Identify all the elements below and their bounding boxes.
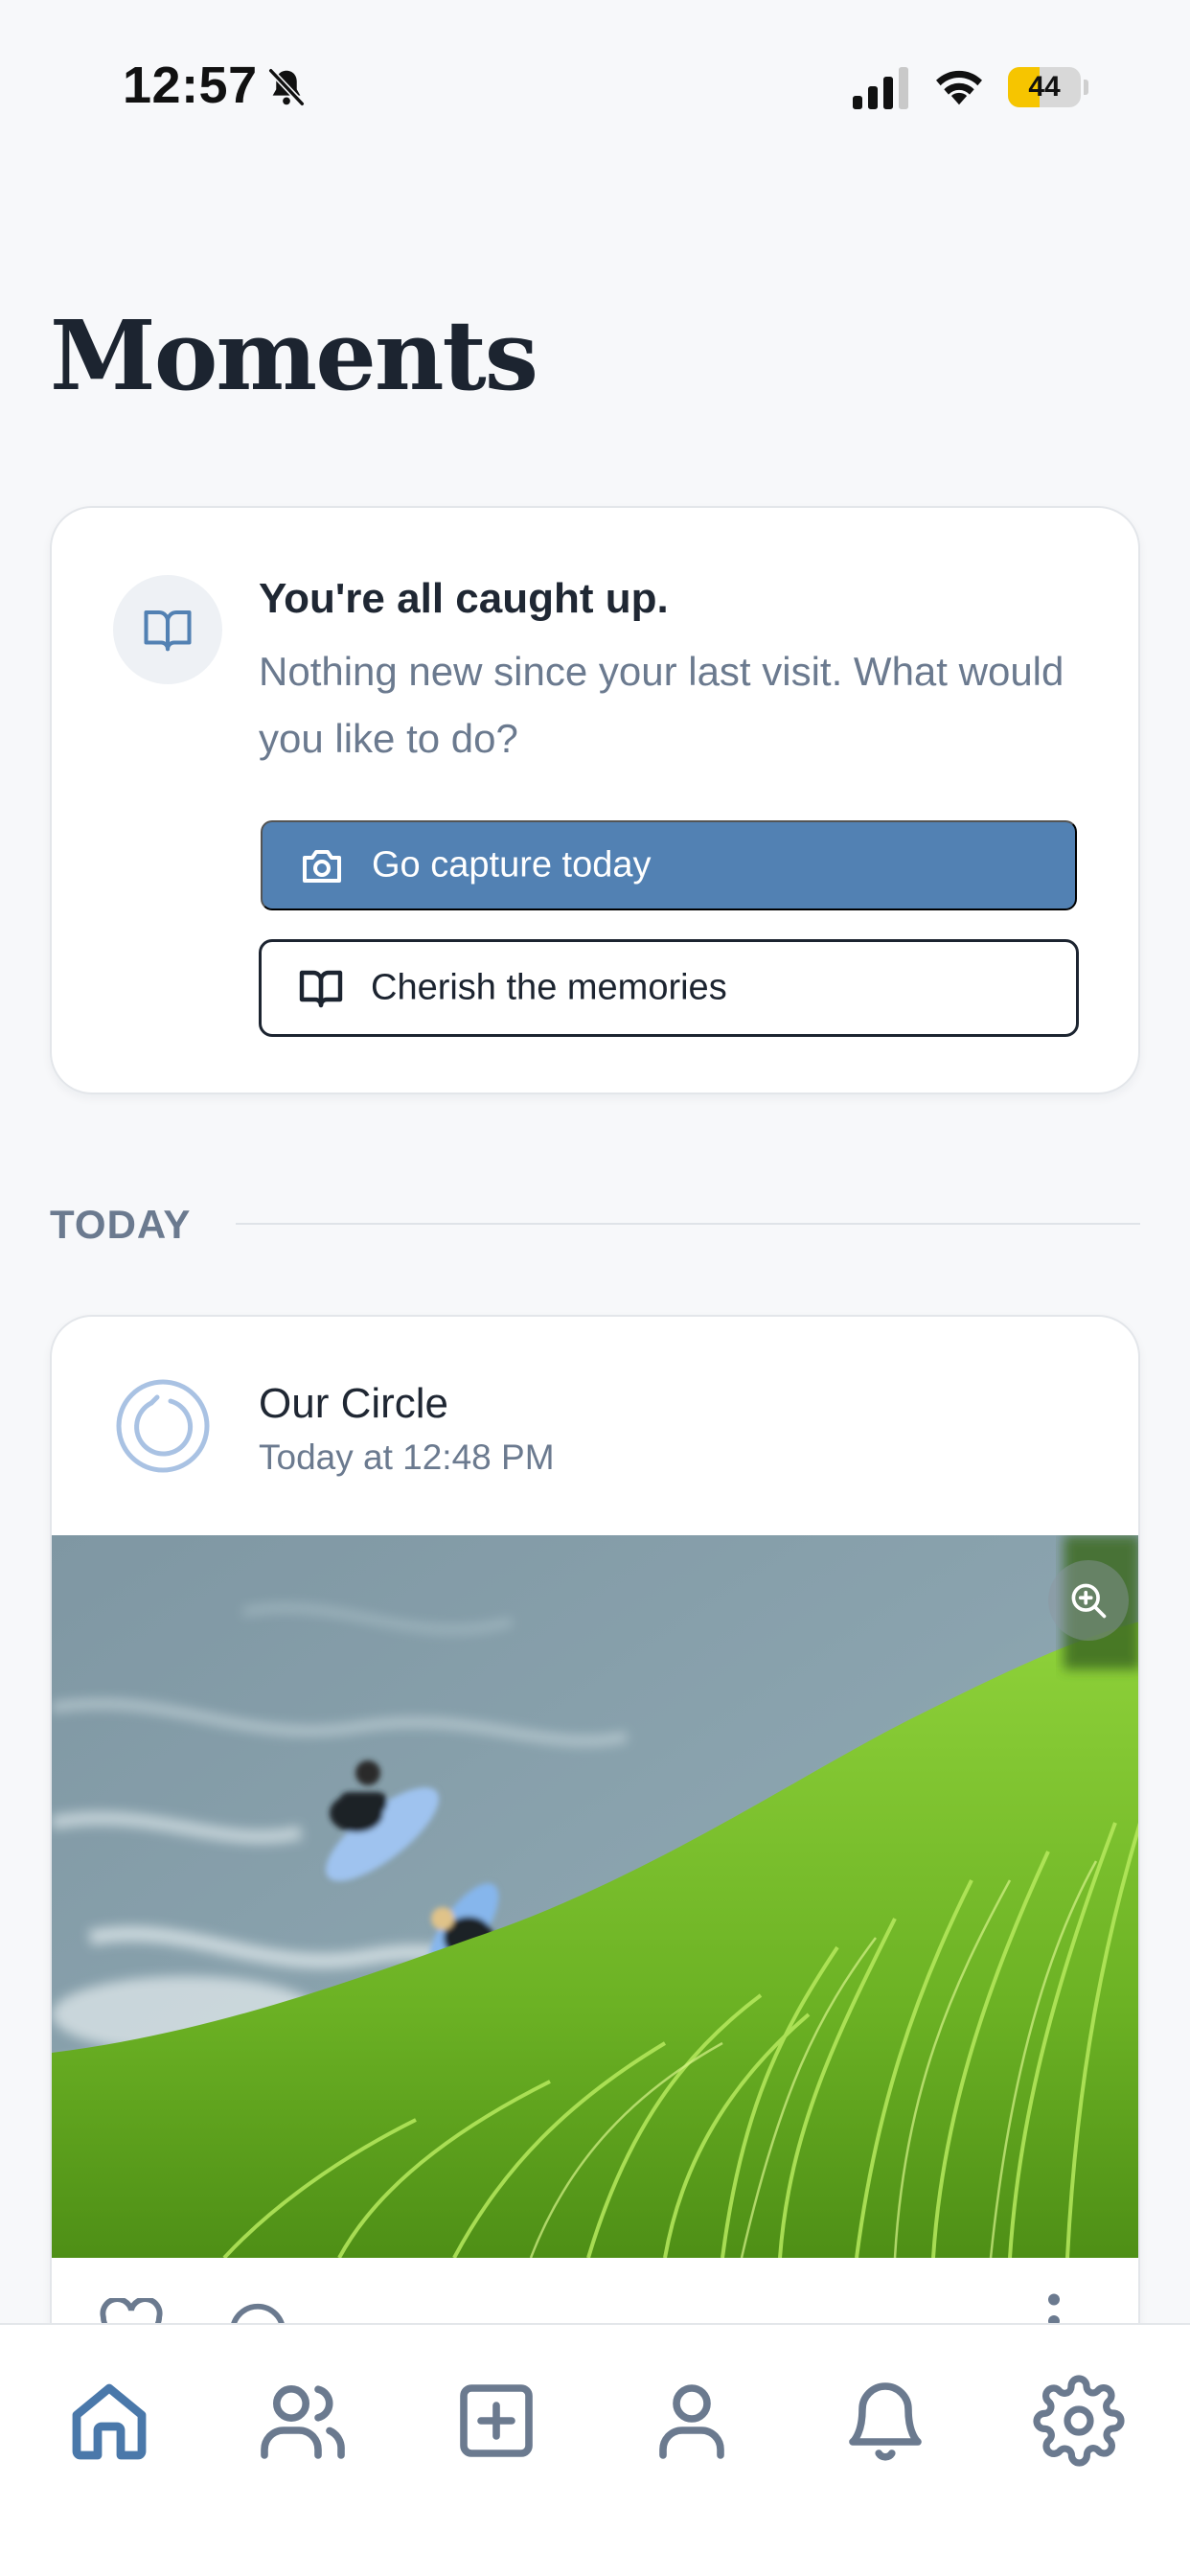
nav-settings[interactable] xyxy=(1033,2375,1125,2467)
go-capture-today-button[interactable]: Go capture today xyxy=(261,820,1077,910)
home-icon xyxy=(72,2383,147,2460)
users-icon xyxy=(261,2385,345,2459)
nav-home[interactable] xyxy=(63,2375,155,2467)
circle-logo-icon[interactable] xyxy=(115,1378,211,1474)
nav-circles[interactable] xyxy=(257,2375,349,2467)
post-photo-drawing xyxy=(52,1535,1138,2258)
bottom-nav xyxy=(0,2323,1190,2576)
post-timestamp: Today at 12:48 PM xyxy=(259,1438,555,1477)
caught-up-icon-badge xyxy=(113,575,222,684)
cellular-signal-icon xyxy=(853,67,908,109)
cherish-memories-label: Cherish the memories xyxy=(371,967,727,1008)
page-title: Moments xyxy=(50,299,538,412)
bell-off-icon xyxy=(267,67,306,107)
battery-indicator: 44 xyxy=(1008,67,1088,107)
nav-profile[interactable] xyxy=(646,2375,738,2467)
post-photo[interactable] xyxy=(52,1535,1138,2258)
cherish-memories-button[interactable]: Cherish the memories xyxy=(259,939,1079,1037)
section-label-today: TODAY xyxy=(50,1202,192,1247)
book-open-icon xyxy=(299,970,343,1008)
go-capture-today-label: Go capture today xyxy=(372,844,652,886)
moments-screen: 12:57 44 Moments You're all caught up. N… xyxy=(0,0,1190,2576)
camera-icon xyxy=(303,850,341,883)
battery-level: 44 xyxy=(1028,71,1061,103)
bell-icon xyxy=(849,2382,922,2461)
section-divider xyxy=(236,1223,1140,1225)
battery-body: 44 xyxy=(1008,67,1081,107)
zoom-in-icon xyxy=(1071,1583,1107,1619)
book-open-icon xyxy=(144,610,192,652)
post-author[interactable]: Our Circle xyxy=(259,1380,448,1428)
nav-create[interactable] xyxy=(450,2375,542,2467)
caught-up-title: You're all caught up. xyxy=(259,575,669,622)
zoom-button[interactable] xyxy=(1048,1560,1129,1641)
gear-icon xyxy=(1033,2375,1125,2467)
nav-notifications[interactable] xyxy=(839,2375,931,2467)
status-time: 12:57 xyxy=(123,57,258,114)
battery-nub xyxy=(1084,80,1088,95)
wifi-icon xyxy=(936,70,982,105)
caught-up-description: Nothing new since your last visit. What … xyxy=(259,649,1064,761)
plus-square-icon xyxy=(460,2384,533,2457)
user-icon xyxy=(659,2384,724,2459)
status-bar: 12:57 44 xyxy=(0,0,1190,172)
caught-up-card: You're all caught up. Nothing new since … xyxy=(50,506,1140,1094)
